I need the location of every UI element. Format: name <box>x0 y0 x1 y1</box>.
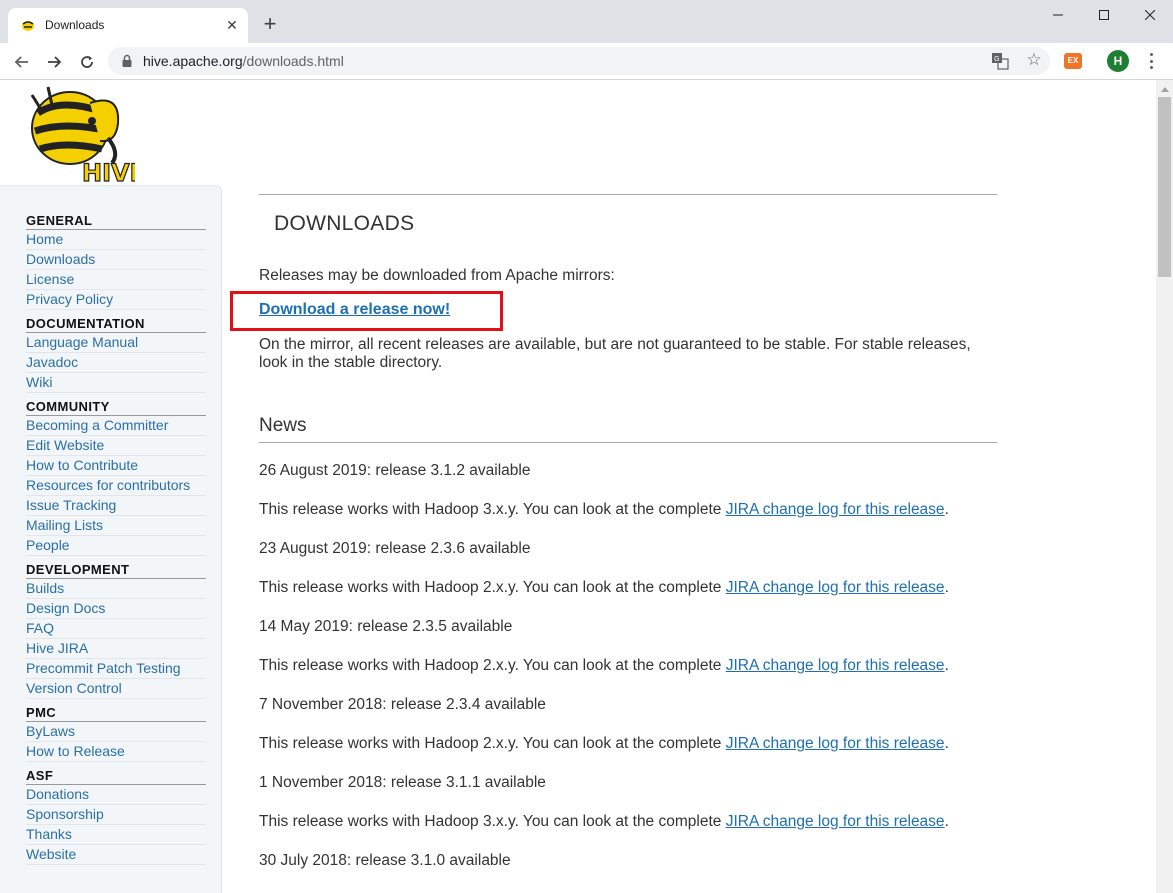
jira-changelog-link[interactable]: JIRA change log for this release <box>726 657 945 674</box>
sidebar-heading: GENERAL <box>26 213 206 230</box>
jira-changelog-link[interactable]: JIRA change log for this release <box>726 501 945 518</box>
svg-text:G: G <box>994 55 999 63</box>
news-description: This release works with Hadoop 2.x.y. Yo… <box>259 657 949 674</box>
reload-icon[interactable] <box>75 50 99 74</box>
sidebar-link-issue-tracking[interactable]: Issue Tracking <box>26 496 206 516</box>
url-text: hive.apache.org/downloads.html <box>143 53 344 69</box>
news-date: 30 July 2018: release 3.1.0 available <box>259 852 511 869</box>
sidebar-link-home[interactable]: Home <box>26 230 206 250</box>
sidebar-link-people[interactable]: People <box>26 536 206 556</box>
forward-arrow-icon[interactable] <box>42 50 66 74</box>
tab-strip: Downloads ✕ + <box>0 0 1173 43</box>
sidebar-nav: GENERAL Home Downloads License Privacy P… <box>0 185 222 893</box>
sidebar-link-website[interactable]: Website <box>26 845 206 865</box>
sidebar-link-mailing-lists[interactable]: Mailing Lists <box>26 516 206 536</box>
mirror-note-text: On the mirror, all recent releases are a… <box>259 336 971 371</box>
maximize-icon[interactable] <box>1081 0 1127 30</box>
news-description: This release works with Hadoop 3.x.y. Yo… <box>259 501 949 518</box>
sidebar-section-community: COMMUNITY Becoming a Committer Edit Webs… <box>26 399 206 556</box>
sidebar-link-privacy-policy[interactable]: Privacy Policy <box>26 290 206 310</box>
page-title: DOWNLOADS <box>274 212 415 235</box>
translate-icon[interactable]: G <box>991 52 1009 70</box>
news-date: 7 November 2018: release 2.3.4 available <box>259 696 546 713</box>
news-divider <box>259 442 997 443</box>
mirrors-text: Releases may be downloaded from Apache m… <box>259 267 615 284</box>
sidebar-section-general: GENERAL Home Downloads License Privacy P… <box>26 213 206 310</box>
tab-title: Downloads <box>45 18 105 32</box>
sidebar-heading: DOCUMENTATION <box>26 316 206 333</box>
lock-icon[interactable] <box>120 54 134 68</box>
sidebar-link-downloads[interactable]: Downloads <box>26 250 206 270</box>
news-date: 1 November 2018: release 3.1.1 available <box>259 774 546 791</box>
sidebar-sections: GENERAL Home Downloads License Privacy P… <box>26 213 206 871</box>
sidebar-section-pmc: PMC ByLaws How to Release <box>26 705 206 762</box>
sidebar-link-hive-jira[interactable]: Hive JIRA <box>26 639 206 659</box>
sidebar-heading: ASF <box>26 768 206 785</box>
scroll-up-arrow-icon[interactable] <box>1156 80 1173 97</box>
news-description: This release works with Hadoop 2.x.y. Yo… <box>259 735 949 752</box>
news-date: 26 August 2019: release 3.1.2 available <box>259 462 531 479</box>
browser-menu-icon[interactable] <box>1143 51 1159 71</box>
sidebar-heading: COMMUNITY <box>26 399 206 416</box>
news-description: This release works with Hadoop 2.x.y. Yo… <box>259 579 949 596</box>
page-viewport: HIVE GENERAL Home Downloads License Priv… <box>0 80 1156 893</box>
sidebar-link-becoming-committer[interactable]: Becoming a Committer <box>26 416 206 436</box>
sidebar-link-how-to-release[interactable]: How to Release <box>26 742 206 762</box>
bookmark-star-icon[interactable]: ☆ <box>1024 50 1044 70</box>
sidebar-section-asf: ASF Donations Sponsorship Thanks Website <box>26 768 206 865</box>
scrollbar-thumb[interactable] <box>1158 97 1171 277</box>
extension-icon[interactable]: EX <box>1064 53 1082 69</box>
sidebar-link-design-docs[interactable]: Design Docs <box>26 599 206 619</box>
sidebar-link-license[interactable]: License <box>26 270 206 290</box>
hive-favicon-icon <box>22 21 34 31</box>
download-release-link[interactable]: Download a release now! <box>259 301 450 319</box>
window-close-icon[interactable] <box>1127 0 1173 30</box>
sidebar-link-wiki[interactable]: Wiki <box>26 373 206 393</box>
sidebar-link-version-control[interactable]: Version Control <box>26 679 206 699</box>
vertical-scrollbar[interactable] <box>1156 80 1173 893</box>
news-heading: News <box>259 415 307 436</box>
sidebar-link-edit-website[interactable]: Edit Website <box>26 436 206 456</box>
sidebar-link-sponsorship[interactable]: Sponsorship <box>26 805 206 825</box>
minimize-icon[interactable] <box>1035 0 1081 30</box>
news-description: This release works with Hadoop 3.x.y. Yo… <box>259 813 949 830</box>
sidebar-link-resources-contributors[interactable]: Resources for contributors <box>26 476 206 496</box>
sidebar-section-documentation: DOCUMENTATION Language Manual Javadoc Wi… <box>26 316 206 393</box>
news-date: 14 May 2019: release 2.3.5 available <box>259 618 513 635</box>
content-top-divider <box>259 194 997 195</box>
sidebar-link-donations[interactable]: Donations <box>26 785 206 805</box>
svg-text:HIVE: HIVE <box>82 159 135 185</box>
sidebar-link-javadoc[interactable]: Javadoc <box>26 353 206 373</box>
profile-avatar[interactable]: H <box>1107 50 1129 72</box>
news-date: 23 August 2019: release 2.3.6 available <box>259 540 531 557</box>
sidebar-link-thanks[interactable]: Thanks <box>26 825 206 845</box>
sidebar-link-language-manual[interactable]: Language Manual <box>26 333 206 353</box>
sidebar-heading: DEVELOPMENT <box>26 562 206 579</box>
sidebar-link-builds[interactable]: Builds <box>26 579 206 599</box>
new-tab-button[interactable]: + <box>258 12 282 36</box>
back-arrow-icon[interactable] <box>10 50 34 74</box>
browser-chrome: Downloads ✕ + hive.apache.org/downloads.… <box>0 0 1173 80</box>
tab-downloads[interactable]: Downloads ✕ <box>8 8 248 43</box>
sidebar-link-bylaws[interactable]: ByLaws <box>26 722 206 742</box>
sidebar-heading: PMC <box>26 705 206 722</box>
jira-changelog-link[interactable]: JIRA change log for this release <box>726 735 945 752</box>
hive-logo-icon[interactable]: HIVE <box>20 83 135 185</box>
tab-close-icon[interactable]: ✕ <box>223 16 241 34</box>
jira-changelog-link[interactable]: JIRA change log for this release <box>726 579 945 596</box>
address-bar[interactable]: hive.apache.org/downloads.html G ☆ <box>108 47 1050 75</box>
browser-toolbar: hive.apache.org/downloads.html G ☆ EX H <box>0 43 1173 80</box>
sidebar-link-faq[interactable]: FAQ <box>26 619 206 639</box>
jira-changelog-link[interactable]: JIRA change log for this release <box>726 813 945 830</box>
sidebar-link-how-to-contribute[interactable]: How to Contribute <box>26 456 206 476</box>
sidebar-link-precommit-patch-testing[interactable]: Precommit Patch Testing <box>26 659 206 679</box>
sidebar-section-development: DEVELOPMENT Builds Design Docs FAQ Hive … <box>26 562 206 699</box>
